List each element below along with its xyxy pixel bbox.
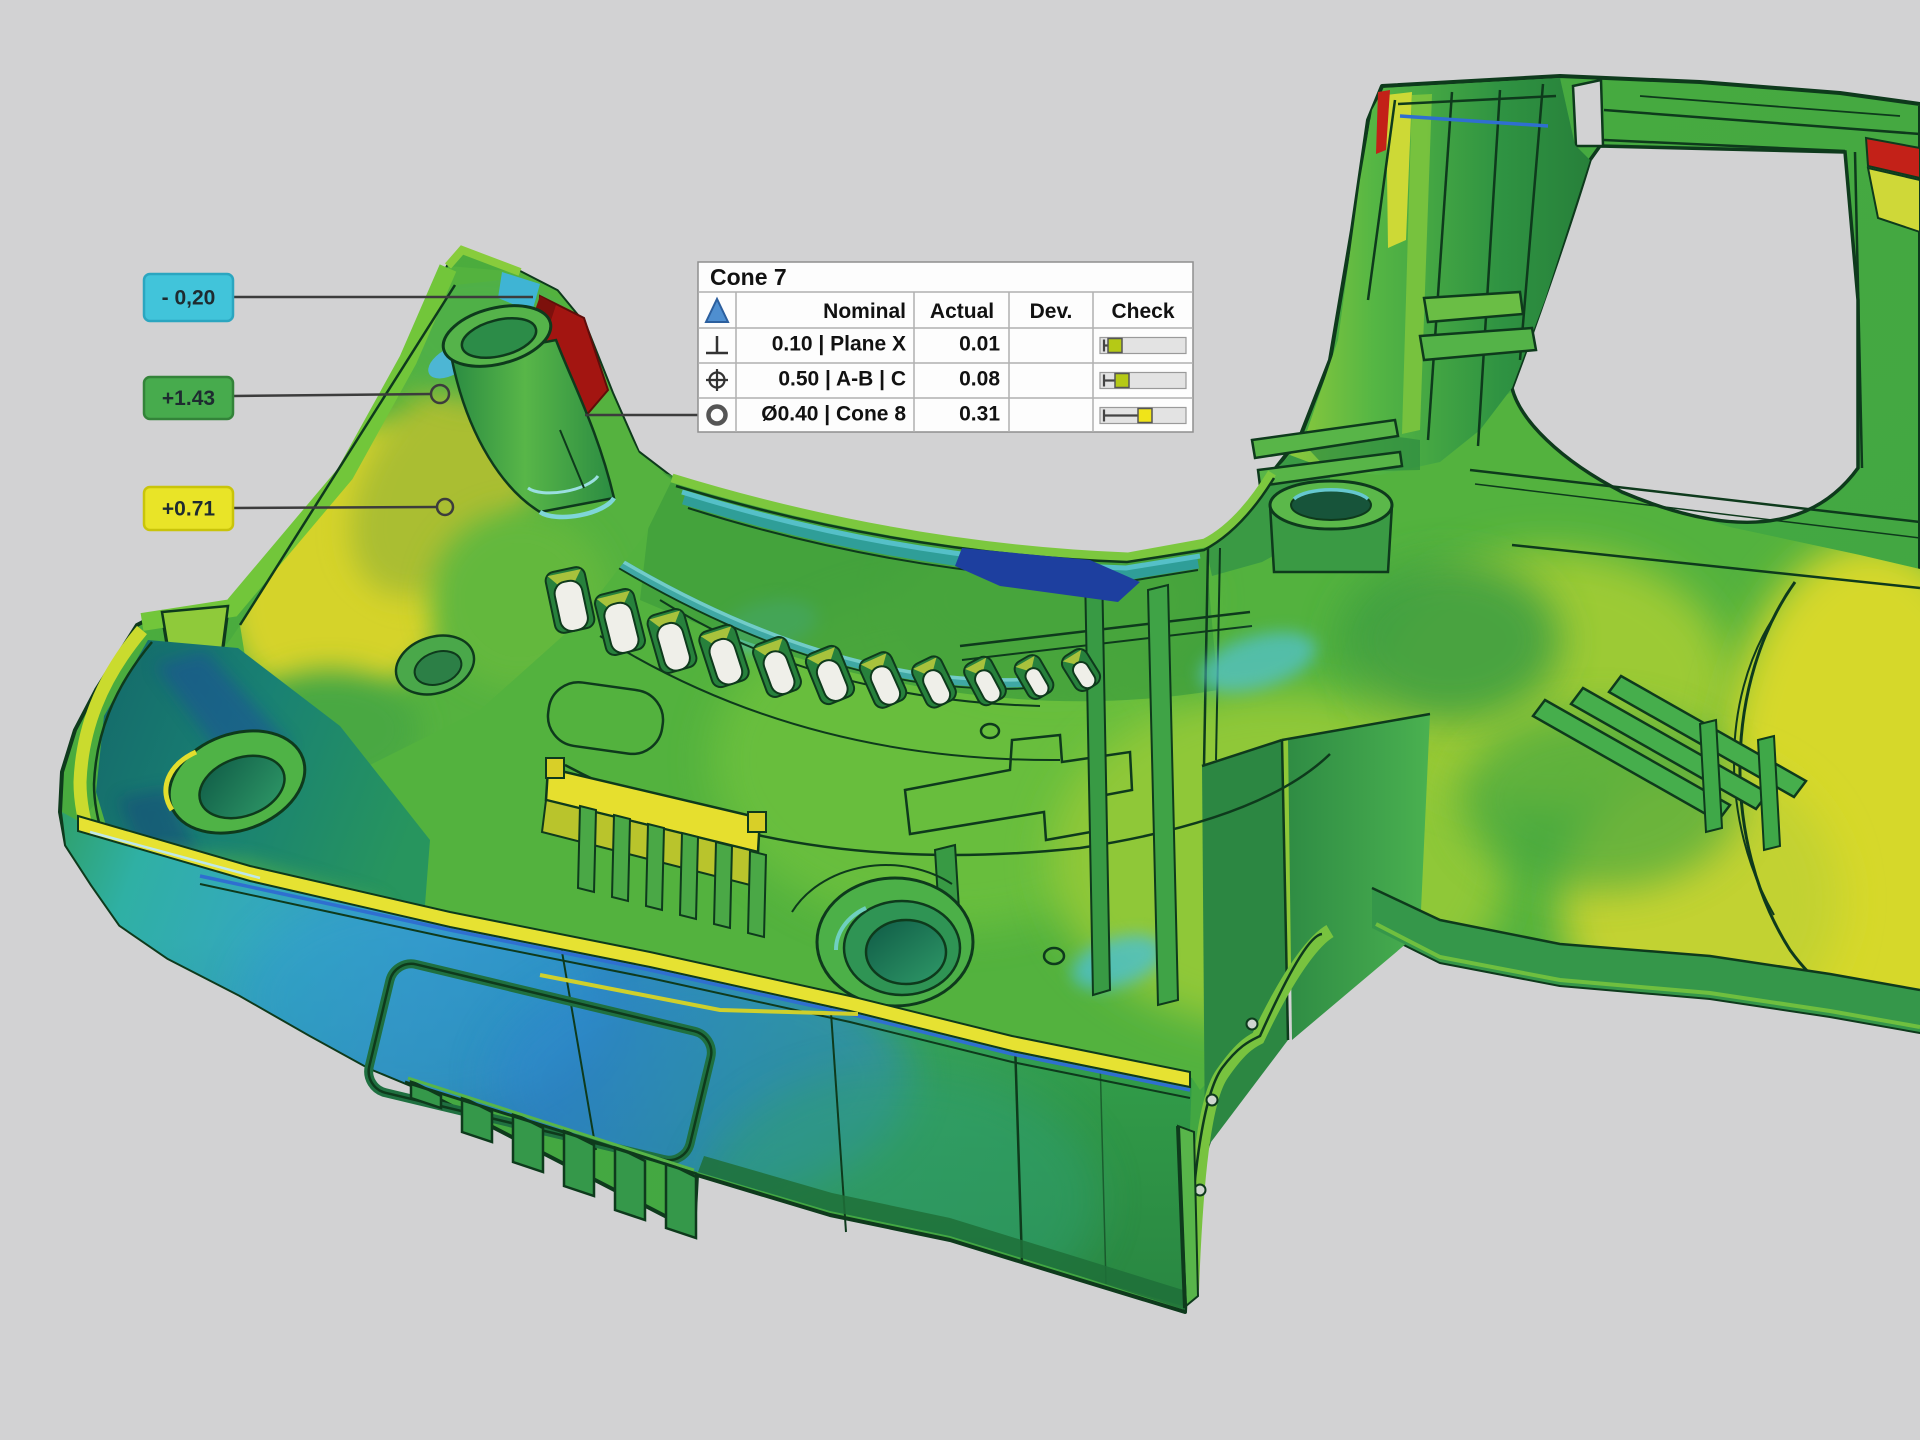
svg-text:Dev.: Dev. xyxy=(1030,300,1073,323)
svg-text:Check: Check xyxy=(1111,300,1174,323)
svg-text:0.50 | A-B | C: 0.50 | A-B | C xyxy=(778,368,906,391)
svg-text:+1.43: +1.43 xyxy=(162,387,215,410)
svg-text:0.31: 0.31 xyxy=(959,403,1000,426)
svg-text:+0.71: +0.71 xyxy=(162,498,215,521)
svg-text:0.01: 0.01 xyxy=(959,333,1000,356)
svg-text:0.10 | Plane X: 0.10 | Plane X xyxy=(772,333,906,356)
svg-text:0.08: 0.08 xyxy=(959,368,1000,391)
svg-text:- 0,20: - 0,20 xyxy=(162,287,216,310)
svg-text:Nominal: Nominal xyxy=(823,300,906,323)
svg-text:Cone 7: Cone 7 xyxy=(710,264,787,290)
svg-text:Ø0.40 | Cone 8: Ø0.40 | Cone 8 xyxy=(761,403,906,426)
svg-text:Actual: Actual xyxy=(930,300,994,323)
